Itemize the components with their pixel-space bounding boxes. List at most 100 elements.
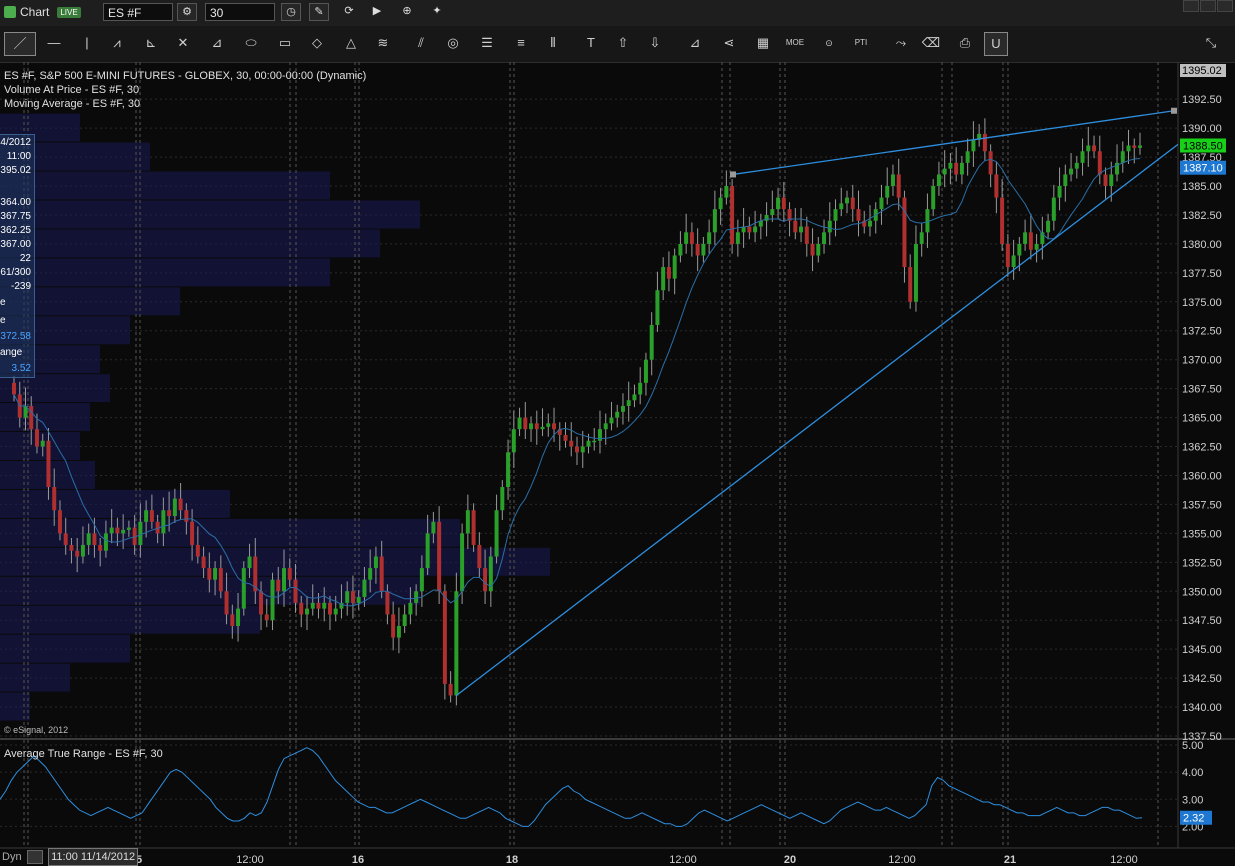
price-tick-label: 1355.00 xyxy=(1182,528,1222,540)
candle-body xyxy=(408,602,413,615)
vap-bar xyxy=(0,200,420,229)
candle-body xyxy=(586,440,591,447)
drawing-toolbar: ／ — | ⩘ ⊾ ✕ ⊿ ⬭ ▭ ◇ △ ≋ ⫽ ◎ ☰ ≡ ⦀ T ⇧ ⇩ … xyxy=(0,26,1235,63)
grid-tool-icon[interactable]: ▦ xyxy=(750,32,776,54)
candle-body xyxy=(454,591,459,696)
channel-tool-icon[interactable]: ◇ xyxy=(304,32,330,54)
candle-body xyxy=(666,267,671,279)
dyn-toggle-icon[interactable] xyxy=(27,850,44,865)
candle-body xyxy=(1023,232,1028,244)
candle-body xyxy=(1120,151,1125,163)
candle-body xyxy=(40,440,45,447)
candle-body xyxy=(908,267,913,302)
horizontal-line-tool-icon[interactable]: — xyxy=(40,32,68,54)
candle-body xyxy=(845,197,850,204)
close-icon[interactable] xyxy=(1217,0,1233,12)
candle-body xyxy=(419,568,424,592)
atr-line xyxy=(0,747,1143,827)
arrow-up-tool-icon[interactable]: ⇧ xyxy=(612,32,634,54)
candle-body xyxy=(477,544,482,569)
options-tool-icon[interactable]: ⤡ xyxy=(1200,32,1222,54)
retracement-tool-icon[interactable]: ≡ xyxy=(508,32,534,54)
candle-body xyxy=(115,527,120,534)
t2-tool-icon[interactable]: ⊙ xyxy=(816,32,842,54)
regression-tool-icon[interactable]: ⊿ xyxy=(682,32,708,54)
resistance-trendline xyxy=(732,110,1175,176)
fan-tool-icon[interactable]: ⊾ xyxy=(138,32,164,54)
candle-body xyxy=(195,544,200,557)
candle-body xyxy=(1126,145,1131,152)
candle-body xyxy=(701,243,706,256)
ellipse-tool-icon[interactable]: ⬭ xyxy=(238,32,264,54)
triangle-tool-icon[interactable]: △ xyxy=(338,32,364,54)
refresh-icon[interactable]: ⟳ xyxy=(339,3,359,21)
candle-body xyxy=(316,602,321,609)
link-icon[interactable]: ✦ xyxy=(427,3,447,21)
candle-body xyxy=(276,579,281,592)
candle-body xyxy=(1063,174,1068,187)
clock-icon[interactable]: ◷ xyxy=(281,3,301,21)
vap-bar xyxy=(0,605,260,634)
text-tool-icon[interactable]: T xyxy=(580,32,602,54)
trendline-handle[interactable] xyxy=(730,171,736,178)
dw-label-2: e xyxy=(0,315,6,326)
cross-tool-icon[interactable]: ✕ xyxy=(170,32,196,54)
candle-body xyxy=(707,232,712,244)
candle-body xyxy=(207,568,212,580)
magnet-tool-icon[interactable]: U xyxy=(984,32,1008,56)
pti-tool-icon[interactable]: PTI xyxy=(848,32,874,54)
parallel-tool-icon[interactable]: ≋ xyxy=(370,32,396,54)
candle-body xyxy=(373,556,378,569)
candle-body xyxy=(465,510,470,534)
price-tick-label: 1357.50 xyxy=(1182,499,1222,511)
andrews-tool-icon[interactable]: ⋖ xyxy=(716,32,742,54)
print-tool-icon[interactable]: ⎙ xyxy=(954,32,976,54)
candle-body xyxy=(98,544,103,551)
wave-tool-icon[interactable]: ⩘ xyxy=(104,32,130,54)
zigzag-tool-icon[interactable]: ⤳ xyxy=(888,32,914,54)
trendline-tool-icon[interactable]: ／ xyxy=(4,32,36,56)
candle-body xyxy=(75,550,80,557)
candle-body xyxy=(816,243,821,256)
price-tick-label: 1340.00 xyxy=(1182,702,1222,714)
maximize-icon[interactable] xyxy=(1200,0,1216,12)
price-tick-label: 1392.50 xyxy=(1182,94,1222,106)
candle-body xyxy=(672,255,677,279)
symbol-input[interactable]: ES #F xyxy=(103,3,173,21)
candle-body xyxy=(86,533,91,545)
time-tick-label: 18 xyxy=(506,854,518,866)
candle-body xyxy=(994,174,999,198)
time-tick-label: 20 xyxy=(784,854,796,866)
vap-bar xyxy=(0,518,460,547)
trendlines xyxy=(455,107,1179,696)
rectangle-tool-icon[interactable]: ▭ xyxy=(272,32,298,54)
play-icon[interactable]: ▶ xyxy=(367,3,387,21)
interval-input[interactable]: 30 xyxy=(205,3,275,21)
candle-body xyxy=(184,510,189,522)
candle-body xyxy=(776,197,781,210)
candle-body xyxy=(735,232,740,244)
minimize-icon[interactable] xyxy=(1183,0,1199,12)
gann-tool-icon[interactable]: ⊿ xyxy=(204,32,230,54)
fibonacci-tool-icon[interactable]: ☰ xyxy=(474,32,500,54)
candle-body xyxy=(529,423,534,430)
pitchfork-tool-icon[interactable]: ⫽ xyxy=(408,32,434,54)
candle-body xyxy=(293,579,298,603)
candle-body xyxy=(241,568,246,609)
candle-body xyxy=(385,591,390,615)
pencil-icon[interactable]: ✎ xyxy=(309,3,329,21)
symbol-settings-icon[interactable]: ⚙ xyxy=(177,3,197,21)
arrow-down-tool-icon[interactable]: ⇩ xyxy=(644,32,666,54)
trendline-handle[interactable] xyxy=(1171,107,1177,114)
moe-tool-icon[interactable]: MOE xyxy=(782,32,808,54)
atr-tick-label: 5.00 xyxy=(1182,740,1203,752)
price-tick-label: 1390.00 xyxy=(1182,123,1222,135)
circle-tool-icon[interactable]: ◎ xyxy=(440,32,466,54)
eraser-tool-icon[interactable]: ⌫ xyxy=(920,32,942,54)
vertical-line-tool-icon[interactable]: | xyxy=(78,32,96,54)
cycle-tool-icon[interactable]: ⦀ xyxy=(540,32,566,54)
zoom-icon[interactable]: ⊕ xyxy=(397,3,417,21)
candle-body xyxy=(402,614,407,627)
candle-body xyxy=(218,568,223,592)
chart-canvas[interactable]: 1395.021392.501390.001387.501385.001382.… xyxy=(0,62,1235,866)
